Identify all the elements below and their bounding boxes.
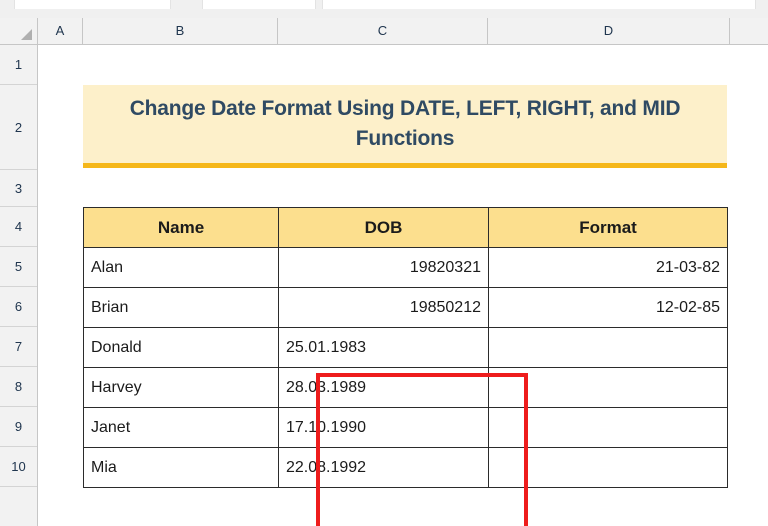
cell-name[interactable]: Brian xyxy=(83,287,279,328)
row-header-2[interactable]: 2 xyxy=(0,85,37,170)
row-header-bar: 1 2 3 4 5 6 7 8 9 10 xyxy=(0,45,38,526)
cell-name[interactable]: Alan xyxy=(83,247,279,288)
ribbon-tab-partial-1[interactable] xyxy=(14,0,171,9)
cell-name[interactable]: Janet xyxy=(83,407,279,448)
row-header-7[interactable]: 7 xyxy=(0,327,37,367)
cell-format[interactable] xyxy=(488,367,728,408)
worksheet-canvas[interactable]: Change Date Format Using DATE, LEFT, RIG… xyxy=(39,45,768,526)
cell-format[interactable] xyxy=(488,327,728,368)
column-header-e[interactable] xyxy=(730,18,768,44)
row-header-5[interactable]: 5 xyxy=(0,247,37,287)
column-header-b[interactable]: B xyxy=(83,18,278,44)
cell-name[interactable]: Mia xyxy=(83,447,279,488)
cell-format[interactable]: 12-02-85 xyxy=(488,287,728,328)
cell-name[interactable]: Donald xyxy=(83,327,279,368)
column-header-d[interactable]: D xyxy=(488,18,730,44)
row-header-3[interactable]: 3 xyxy=(0,170,37,207)
ribbon-tab-strip xyxy=(0,0,768,18)
table-row: Alan 19820321 21-03-82 xyxy=(83,247,728,288)
column-header-cell-dob[interactable]: DOB xyxy=(278,207,489,248)
row-header-1[interactable]: 1 xyxy=(0,45,37,85)
table-row: Harvey 28.03.1989 xyxy=(83,367,728,408)
row-header-9[interactable]: 9 xyxy=(0,407,37,447)
table-row: Janet 17.10.1990 xyxy=(83,407,728,448)
select-all-triangle-icon xyxy=(21,29,32,40)
column-header-cell-format[interactable]: Format xyxy=(488,207,728,248)
ribbon-tab-partial-3[interactable] xyxy=(322,0,756,9)
cell-format[interactable] xyxy=(488,447,728,488)
cell-dob[interactable]: 28.03.1989 xyxy=(278,367,489,408)
page-title: Change Date Format Using DATE, LEFT, RIG… xyxy=(129,97,681,150)
worksheet-title-banner[interactable]: Change Date Format Using DATE, LEFT, RIG… xyxy=(83,85,727,168)
data-table: Name DOB Format Alan 19820321 21-03-82 B… xyxy=(83,207,728,488)
column-header-bar: A B C D xyxy=(0,18,768,45)
row-header-8[interactable]: 8 xyxy=(0,367,37,407)
row-header-6[interactable]: 6 xyxy=(0,287,37,327)
cell-dob[interactable]: 19850212 xyxy=(278,287,489,328)
cell-dob[interactable]: 22.08.1992 xyxy=(278,447,489,488)
cell-dob[interactable]: 25.01.1983 xyxy=(278,327,489,368)
cell-format[interactable]: 21-03-82 xyxy=(488,247,728,288)
cell-dob[interactable]: 17.10.1990 xyxy=(278,407,489,448)
row-header-4[interactable]: 4 xyxy=(0,207,37,247)
cell-name[interactable]: Harvey xyxy=(83,367,279,408)
table-row: Donald 25.01.1983 xyxy=(83,327,728,368)
ribbon-tab-partial-2[interactable] xyxy=(202,0,316,9)
table-header-row: Name DOB Format xyxy=(83,207,728,248)
column-header-c[interactable]: C xyxy=(278,18,488,44)
cell-dob[interactable]: 19820321 xyxy=(278,247,489,288)
table-row: Mia 22.08.1992 xyxy=(83,447,728,488)
select-all-corner-button[interactable] xyxy=(0,18,38,44)
table-row: Brian 19850212 12-02-85 xyxy=(83,287,728,328)
cell-format[interactable] xyxy=(488,407,728,448)
column-header-cell-name[interactable]: Name xyxy=(83,207,279,248)
column-header-a[interactable]: A xyxy=(38,18,83,44)
row-header-10[interactable]: 10 xyxy=(0,447,37,487)
